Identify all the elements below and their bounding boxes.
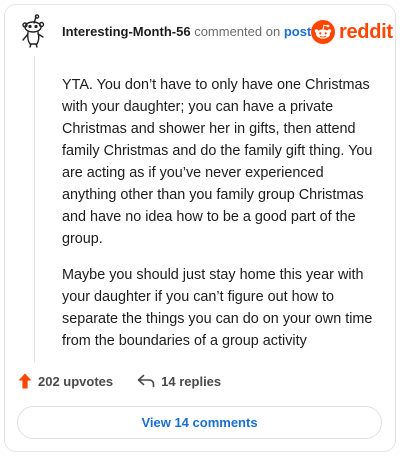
post-link[interactable]: post: [284, 24, 311, 39]
reply-arrow-icon: [137, 374, 155, 388]
upvote-button[interactable]: 202 upvotes: [18, 373, 113, 389]
reply-button[interactable]: 14 replies: [137, 374, 221, 389]
comment-header: Interesting-Month-56 commented on post: [62, 24, 311, 40]
thread-line: [34, 56, 35, 362]
username[interactable]: Interesting-Month-56: [62, 24, 191, 39]
reddit-alien-icon: [311, 20, 335, 44]
comment-action-text: commented on: [194, 24, 281, 39]
reply-count: 14 replies: [161, 373, 222, 389]
avatar[interactable]: [18, 14, 50, 48]
reddit-logo[interactable]: reddit: [311, 20, 393, 44]
comment-paragraph: Maybe you should just stay home this yea…: [62, 267, 373, 349]
view-comments-button[interactable]: View 14 comments: [17, 406, 382, 439]
comment-paragraph: YTA. You don’t have to only have one Chr…: [62, 77, 373, 247]
upvote-count: 202 upvotes: [38, 373, 114, 389]
comment-footer: 202 upvotes 14 replies: [18, 373, 221, 389]
comment-body: YTA. You don’t have to only have one Chr…: [62, 74, 380, 366]
upvote-arrow-icon: [18, 373, 32, 389]
snoo-avatar-icon: [22, 14, 45, 48]
reddit-wordmark: reddit: [339, 20, 393, 43]
